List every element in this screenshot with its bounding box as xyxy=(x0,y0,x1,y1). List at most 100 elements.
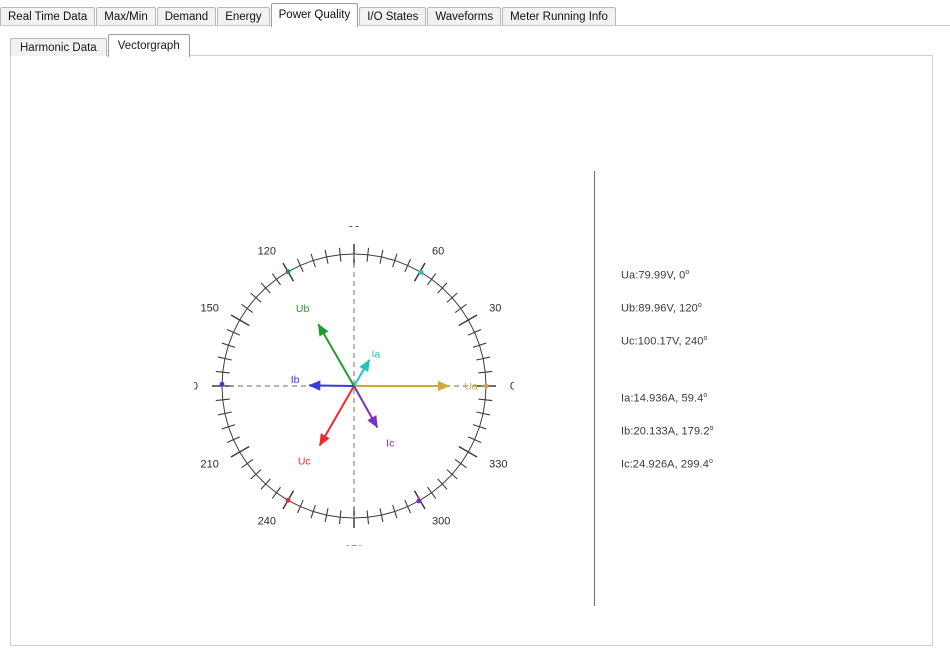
dial-angle-label: 300 xyxy=(432,516,450,528)
dial-rim-segment xyxy=(394,259,408,266)
panel-divider xyxy=(594,171,595,606)
power-quality-page: Harmonic Data Vectorgraph 0 30 60 90 120 150 1… xyxy=(0,26,950,660)
phasor-vector-uc xyxy=(318,385,355,447)
tab-label: I/O States xyxy=(367,11,419,23)
dial-rim-segment xyxy=(394,506,408,513)
reading-uc-text: Uc:100.17V, 240 xyxy=(621,335,704,348)
dial-rim-segment xyxy=(340,516,355,519)
dial-tick xyxy=(296,258,304,273)
tab-real-time-data[interactable]: Real Time Data xyxy=(0,7,96,26)
subtab-harmonic-data[interactable]: Harmonic Data xyxy=(10,38,107,56)
dial-angle-label: 180 xyxy=(194,381,198,393)
dial-rim-segment xyxy=(239,308,248,321)
dial-rim-segment xyxy=(441,473,453,485)
dial-rim-segment xyxy=(246,463,257,475)
rim-marker-ic xyxy=(416,498,422,504)
tab-label: Power Quality xyxy=(278,9,351,21)
dial-rim-segment xyxy=(300,506,314,513)
tab-waveforms[interactable]: Waveforms xyxy=(427,7,502,26)
dial-angle-label: 150 xyxy=(201,303,219,315)
dial-rim-segment xyxy=(224,345,229,359)
dial-rim-segment xyxy=(222,358,226,373)
dial-rim-segment xyxy=(407,264,421,273)
phasor-label-ib: Ib xyxy=(291,374,300,386)
tab-label: Energy xyxy=(225,11,262,23)
dial-rim-segment xyxy=(232,319,241,333)
dial-rim-segment xyxy=(431,278,443,289)
main-tab-bar: Real Time Data Max/Min Demand Energy Pow… xyxy=(0,0,950,27)
degree-symbol: o xyxy=(708,458,713,465)
dial-rim-segment xyxy=(255,473,267,485)
tab-power-quality[interactable]: Power Quality xyxy=(270,3,359,27)
dial-rim-segment xyxy=(353,253,368,256)
subtab-vectorgraph[interactable]: Vectorgraph xyxy=(107,34,190,57)
dial-rim-segment xyxy=(353,516,368,519)
phasor-label-ub: Ub xyxy=(296,303,310,315)
dial-angle-label: 210 xyxy=(201,459,219,471)
dial-rim-segment xyxy=(467,439,476,453)
dial-tick xyxy=(241,459,254,469)
dial-rim-segment xyxy=(441,287,453,299)
dial-rim-segment xyxy=(467,319,476,333)
dial-rim-segment xyxy=(313,256,327,261)
dial-rim-segment xyxy=(227,426,234,440)
dial-rim-segment xyxy=(479,345,484,359)
dial-angle-label: 240 xyxy=(258,516,276,528)
dial-rim-segment xyxy=(265,278,277,289)
phasor-vector-ic xyxy=(353,385,379,429)
dial-rim-segment xyxy=(265,483,277,494)
dial-rim-segment xyxy=(381,511,395,516)
dial-rim-segment xyxy=(431,483,443,494)
reading-ub: Ub:89.96V, 120o xyxy=(621,289,861,322)
rim-marker-ib xyxy=(219,381,225,387)
dial-rim-segment xyxy=(227,332,234,346)
degree-symbol: o xyxy=(703,392,708,399)
reading-ib: Ib:20.133A, 179.2o xyxy=(621,412,861,445)
tab-energy[interactable]: Energy xyxy=(217,7,270,26)
dial-angle-label: 330 xyxy=(489,459,507,471)
phasor-diagram: 0 30 60 90 120 150 180 210 240 270 300 330 Ua Ub Uc Ia… xyxy=(194,226,514,546)
reading-ub-text: Ub:89.96V, 120 xyxy=(621,302,698,315)
dial-tick xyxy=(454,303,467,313)
reading-ia: Ia:14.936A, 59.4o xyxy=(621,379,861,412)
phasor-label-ic: Ic xyxy=(386,438,394,450)
reading-ib-text: Ib:20.133A, 179.2 xyxy=(621,425,710,438)
tab-demand[interactable]: Demand xyxy=(156,7,217,26)
dial-rim-segment xyxy=(482,358,486,373)
dial-rim-segment xyxy=(474,332,481,346)
reading-ia-text: Ia:14.936A, 59.4 xyxy=(621,392,704,405)
tab-meter-running-info[interactable]: Meter Running Info xyxy=(502,7,616,26)
dial-rim-segment xyxy=(474,426,481,440)
dial-angle-label: 270 xyxy=(345,544,363,546)
dial-rim-segment xyxy=(224,413,229,427)
tab-label: Waveforms xyxy=(435,11,494,23)
phasor-vector-ub xyxy=(317,323,355,387)
vectorgraph-panel: 0 30 60 90 120 150 180 210 240 270 300 330 Ua Ub Uc Ia… xyxy=(10,55,933,646)
dial-rim-segment xyxy=(340,253,355,256)
dial-rim-segment xyxy=(451,297,462,309)
tab-io-states[interactable]: I/O States xyxy=(359,7,427,26)
phasor-label-uc: Uc xyxy=(298,456,311,468)
dial-rim-segment xyxy=(232,439,241,453)
dial-rim-segment xyxy=(222,399,226,414)
reading-ic-text: Ic:24.926A, 299.4 xyxy=(621,458,709,471)
dial-rim-segment xyxy=(419,492,432,501)
dial-rim-segment xyxy=(326,254,341,258)
dial-rim-segment xyxy=(381,256,395,261)
dial-angle-label: 0 xyxy=(510,381,514,393)
rim-marker-ua xyxy=(483,383,489,389)
tab-max-min[interactable]: Max/Min xyxy=(96,7,156,26)
dial-rim-segment xyxy=(300,259,314,266)
reading-ua: Ua:79.99V, 0o xyxy=(621,256,861,289)
dial-rim-segment xyxy=(451,463,462,475)
dial-rim-segment xyxy=(255,287,267,299)
dial-rim-segment xyxy=(246,297,257,309)
dial-rim-segment xyxy=(460,308,469,321)
rim-marker-uc xyxy=(285,497,291,503)
dial-rim-segment xyxy=(460,451,469,464)
phasor-diagram-svg: 0 30 60 90 120 150 180 210 240 270 300 330 Ua Ub Uc Ia… xyxy=(194,226,514,546)
sub-tab-bar: Harmonic Data Vectorgraph xyxy=(10,33,191,57)
dial-tick xyxy=(467,328,482,336)
rim-marker-ia xyxy=(418,269,424,275)
phasor-vectors xyxy=(308,323,450,447)
